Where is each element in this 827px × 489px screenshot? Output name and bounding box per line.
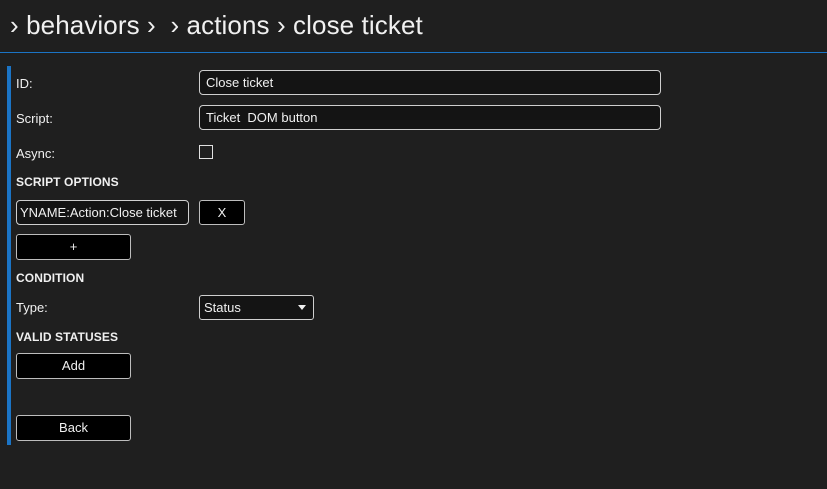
- section-accent-bar: [7, 66, 11, 445]
- breadcrumb-behaviors[interactable]: › behaviors ›: [10, 10, 156, 40]
- add-option-button[interactable]: +: [16, 234, 131, 260]
- valid-statuses-title: VALID STATUSES: [16, 330, 119, 344]
- back-button[interactable]: Back: [16, 415, 131, 441]
- script-input[interactable]: Ticket DOM button: [199, 105, 661, 130]
- header: › behaviors › › actions › close ticket: [0, 0, 827, 53]
- type-select-value: Status: [204, 300, 241, 315]
- chevron-down-icon: [298, 305, 306, 310]
- script-option-input[interactable]: YNAME:Action:Close ticket: [16, 200, 189, 225]
- id-input[interactable]: Close ticket: [199, 70, 661, 95]
- async-label: Async:: [16, 146, 56, 161]
- add-status-button[interactable]: Add: [16, 353, 131, 379]
- breadcrumb: › behaviors › › actions › close ticket: [10, 9, 423, 41]
- remove-option-button[interactable]: X: [199, 200, 245, 225]
- script-options-title: SCRIPT OPTIONS: [16, 175, 119, 189]
- breadcrumb-actions-close-ticket[interactable]: › actions › close ticket: [170, 10, 422, 40]
- type-select[interactable]: Status: [199, 295, 314, 320]
- id-label: ID:: [16, 76, 33, 91]
- type-label: Type:: [16, 300, 48, 315]
- async-checkbox[interactable]: [199, 145, 213, 159]
- script-label: Script:: [16, 111, 53, 126]
- condition-title: CONDITION: [16, 271, 85, 285]
